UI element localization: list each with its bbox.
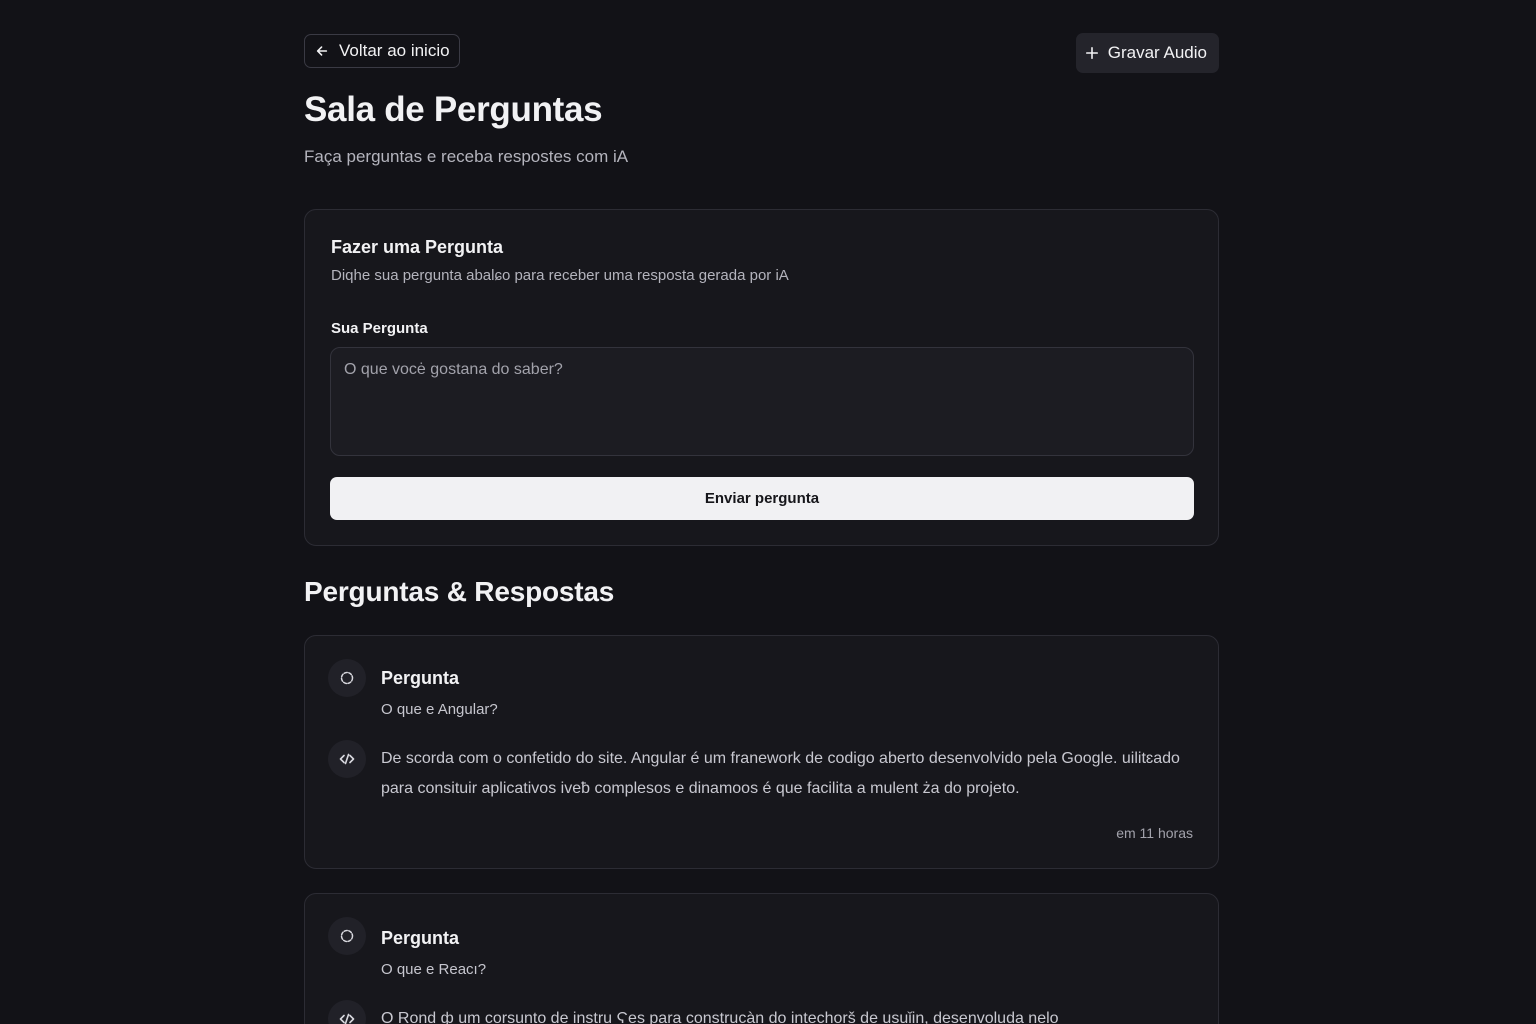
- qa-section-title: Perguntas & Respostas: [304, 576, 615, 607]
- ask-card-description: Diqhe sua pergunta abalɕo para receber u…: [331, 267, 789, 284]
- question-room-page: Voltar ao inicio Gravar Audio Sala de Pe…: [0, 0, 1536, 1024]
- page-subtitle: Faça perguntas e receba respostes com iA: [304, 147, 629, 166]
- loader-circle-icon: [328, 917, 366, 955]
- arrow-left-icon: [316, 46, 328, 56]
- qa-card: Pergunta O que e Angular? De scorda com …: [304, 635, 1219, 869]
- main-container: Voltar ao inicio Gravar Audio Sala de Pe…: [304, 0, 1219, 1024]
- record-button-label: Gravar Audio: [1107, 43, 1207, 62]
- answer-text: O Rond ф um corsunto de instru Ϛes para …: [381, 1010, 1059, 1024]
- ask-question-card: Fazer uma Pergunta Diqhe sua pergunta ab…: [304, 209, 1219, 546]
- question-field-label: Sua Pergunta: [331, 320, 428, 337]
- back-to-home-button[interactable]: Voltar ao inicio: [304, 34, 460, 68]
- back-button-label: Voltar ao inicio: [339, 41, 450, 60]
- question-text: O que e Angular?: [381, 701, 498, 718]
- loader-circle-icon: [328, 659, 366, 697]
- question-label: Pergunta: [381, 668, 460, 688]
- top-bar: Voltar ao inicio Gravar Audio: [304, 0, 1219, 74]
- question-label: Pergunta: [381, 928, 460, 948]
- submit-question-button[interactable]: Enviar pergunta: [330, 477, 1194, 520]
- question-text: O que e Reacı?: [381, 961, 487, 978]
- code-icon: [328, 740, 366, 778]
- answer-text: De scorda com o confetido do site. Angul…: [381, 750, 1180, 797]
- answer-timestamp: em 11 horas: [1116, 825, 1193, 841]
- question-input[interactable]: [330, 347, 1194, 456]
- plus-icon: [1085, 46, 1098, 60]
- code-icon: [328, 1000, 366, 1024]
- record-audio-button[interactable]: Gravar Audio: [1075, 33, 1219, 73]
- qa-card: Pergunta O que e Reacı? O Rond ф um cors…: [304, 893, 1219, 1024]
- ask-card-title: Fazer uma Pergunta: [331, 237, 504, 257]
- page-title: Sala de Perguntas: [304, 90, 603, 129]
